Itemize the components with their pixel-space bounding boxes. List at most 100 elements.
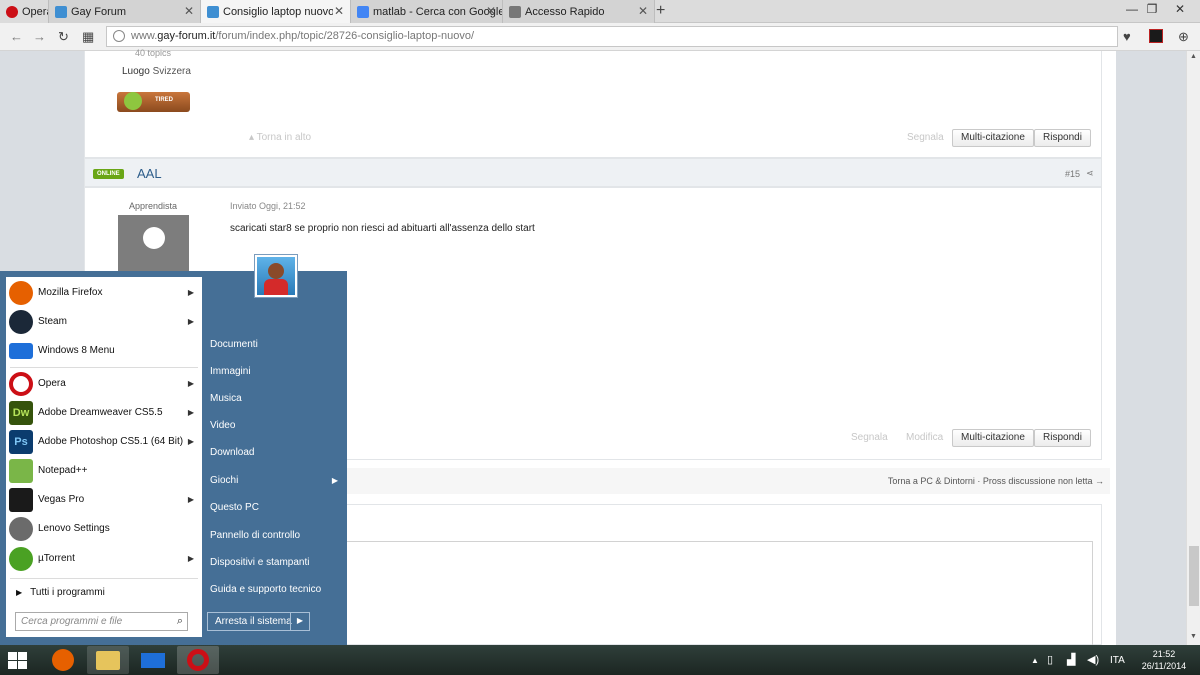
start-menu-programs: Mozilla Firefox ▶ Steam ▶ Windows 8 Menu… xyxy=(6,277,202,607)
close-window-icon[interactable]: ✕ xyxy=(1166,2,1194,16)
start-item-dreamweaver[interactable]: Dw Adobe Dreamweaver CS5.5 ▶ xyxy=(6,398,202,427)
back-icon[interactable]: ← xyxy=(10,29,23,44)
start-right-immagini[interactable]: Immagini xyxy=(210,366,251,377)
all-programs-item[interactable]: ▶ Tutti i programmi xyxy=(6,581,202,603)
start-right-questo-pc[interactable]: Questo PC xyxy=(210,502,259,513)
tab-gay-forum[interactable]: Gay Forum ✕ xyxy=(49,0,201,23)
start-item-utorrent[interactable]: µTorrent ▶ xyxy=(6,544,202,573)
speed-dial-grid-icon[interactable]: ▦ xyxy=(82,29,94,45)
next-unread-link[interactable]: Pross discussione non letta xyxy=(983,476,1093,486)
start-right-video[interactable]: Video xyxy=(210,420,235,431)
firefox-icon xyxy=(52,649,74,671)
vegas-pro-icon xyxy=(9,487,33,512)
start-item-firefox[interactable]: Mozilla Firefox ▶ xyxy=(6,278,202,307)
all-programs-label: Tutti i programmi xyxy=(30,586,105,598)
avatar[interactable] xyxy=(118,215,189,277)
new-tab-icon[interactable]: + xyxy=(656,2,665,20)
scrollbar-thumb[interactable] xyxy=(1189,546,1199,606)
submenu-arrow-icon: ▶ xyxy=(187,288,194,297)
start-item-windows8-menu[interactable]: Windows 8 Menu xyxy=(6,336,202,365)
close-tab-icon[interactable]: ✕ xyxy=(334,4,344,18)
language-indicator[interactable]: ITA xyxy=(1110,655,1125,666)
tab-accesso-rapido[interactable]: Accesso Rapido ✕ xyxy=(503,0,655,23)
url-field[interactable]: www.gay-forum.it/forum/index.php/topic/2… xyxy=(106,26,1118,47)
back-to-forum-link[interactable]: Torna a PC & Dintorni xyxy=(888,476,975,486)
clock[interactable]: 21:52 26/11/2014 xyxy=(1135,648,1193,672)
previous-post: 40 topics Luogo Svizzera TIRED ▴ Torna i… xyxy=(84,48,1102,158)
start-search-area: Cerca programmi e file ⌕ xyxy=(6,607,202,637)
start-item-opera[interactable]: Opera ▶ xyxy=(6,369,202,398)
report-link[interactable]: Segnala xyxy=(907,132,944,143)
submenu-arrow-icon: ▶ xyxy=(187,379,194,388)
close-tab-icon[interactable]: ✕ xyxy=(184,4,194,18)
tab-label: Gay Forum xyxy=(71,5,127,18)
start-right-musica[interactable]: Musica xyxy=(210,393,242,404)
reply-button[interactable]: Rispondi xyxy=(1034,129,1091,147)
start-right-pannello-controllo[interactable]: Pannello di controllo xyxy=(210,530,300,541)
tab-matlab-google[interactable]: matlab - Cerca con Google ✕ xyxy=(351,0,503,23)
back-to-top-link[interactable]: ▴ Torna in alto xyxy=(249,132,311,143)
mood-badge: TIRED xyxy=(117,92,190,112)
reply-button[interactable]: Rispondi xyxy=(1034,429,1091,447)
taskbar-file-explorer[interactable] xyxy=(87,646,129,674)
start-button[interactable] xyxy=(8,652,28,669)
show-hidden-icons-icon[interactable]: ▲ xyxy=(1031,656,1039,665)
report-link[interactable]: Segnala xyxy=(851,432,888,443)
start-item-notepadpp[interactable]: Notepad++ xyxy=(6,456,202,485)
start-right-giochi[interactable]: Giochi ▶ xyxy=(210,475,338,486)
taskbar-opera[interactable] xyxy=(177,646,219,674)
reload-icon[interactable]: ↻ xyxy=(58,29,69,45)
start-right-dispositivi-stampanti[interactable]: Dispositivi e stampanti xyxy=(210,557,309,568)
start-item-lenovo-settings[interactable]: Lenovo Settings xyxy=(6,514,202,543)
taskbar-windows8-menu[interactable] xyxy=(132,646,174,674)
share-icon[interactable]: ⋖ xyxy=(1086,168,1094,179)
close-tab-icon[interactable]: ✕ xyxy=(486,4,496,18)
submenu-arrow-icon: ▶ xyxy=(187,554,194,563)
multiquote-button[interactable]: Multi-citazione xyxy=(952,429,1034,447)
menu-separator xyxy=(10,578,198,579)
scroll-down-icon[interactable]: ▼ xyxy=(1190,633,1197,640)
post-date: Inviato Oggi, 21:52 xyxy=(230,201,306,211)
search-icon[interactable]: ⌕ xyxy=(177,615,183,628)
extension-icon[interactable] xyxy=(1149,29,1163,43)
close-tab-icon[interactable]: ✕ xyxy=(638,4,648,18)
tab-label: Accesso Rapido xyxy=(525,5,605,18)
start-item-steam[interactable]: Steam ▶ xyxy=(6,307,202,336)
network-signal-icon[interactable]: ▟ xyxy=(1067,653,1075,666)
user-picture[interactable] xyxy=(254,254,298,298)
search-placeholder: Cerca programmi e file xyxy=(21,616,123,627)
post-text: scaricati star8 se proprio non riesci ad… xyxy=(230,223,535,234)
address-bar-row: ← → ↻ ▦ www.gay-forum.it/forum/index.php… xyxy=(0,23,1200,51)
start-item-label: Adobe Dreamweaver CS5.5 xyxy=(38,407,163,418)
page-scrollbar[interactable]: ▲ ▼ xyxy=(1186,51,1200,645)
shutdown-options-arrow-icon[interactable]: ▶ xyxy=(290,613,309,630)
maximize-icon[interactable]: ❐ xyxy=(1138,2,1166,16)
start-item-label: Adobe Photoshop CS5.1 (64 Bit) xyxy=(38,436,184,447)
heart-icon[interactable]: ♥ xyxy=(1123,29,1131,44)
start-item-photoshop[interactable]: Ps Adobe Photoshop CS5.1 (64 Bit) ▶ xyxy=(6,427,202,456)
multiquote-button[interactable]: Multi-citazione xyxy=(952,129,1034,147)
folder-icon xyxy=(96,651,120,670)
back-to-top-label: Torna in alto xyxy=(256,132,312,143)
start-item-vegas-pro[interactable]: Vegas Pro ▶ xyxy=(6,485,202,514)
avatar-head-icon xyxy=(143,227,165,249)
forward-icon[interactable]: → xyxy=(33,29,46,44)
shutdown-button[interactable]: Arresta il sistema ▶ xyxy=(207,612,310,631)
volume-icon[interactable]: ◀) xyxy=(1087,653,1099,666)
start-right-download[interactable]: Download xyxy=(210,447,254,458)
start-menu: Mozilla Firefox ▶ Steam ▶ Windows 8 Menu… xyxy=(0,254,347,645)
menu-separator xyxy=(10,367,198,368)
post-number[interactable]: #15 xyxy=(1065,169,1080,179)
power-icon[interactable]: ▯ xyxy=(1047,653,1053,666)
start-right-guida-supporto[interactable]: Guida e supporto tecnico xyxy=(210,584,321,595)
edit-link[interactable]: Modifica xyxy=(906,432,943,443)
post-author[interactable]: AAL xyxy=(137,166,162,181)
taskbar-firefox[interactable] xyxy=(42,646,84,674)
search-input[interactable]: Cerca programmi e file ⌕ xyxy=(15,612,188,631)
opera-menu-button[interactable]: Opera xyxy=(0,0,49,23)
windows8-menu-icon xyxy=(9,342,33,359)
start-right-documenti[interactable]: Documenti xyxy=(210,339,258,350)
download-icon[interactable]: ⊕ xyxy=(1178,29,1189,45)
scroll-up-icon[interactable]: ▲ xyxy=(1190,53,1197,60)
tab-consiglio-laptop[interactable]: Consiglio laptop nuovo - P ✕ xyxy=(201,0,351,23)
